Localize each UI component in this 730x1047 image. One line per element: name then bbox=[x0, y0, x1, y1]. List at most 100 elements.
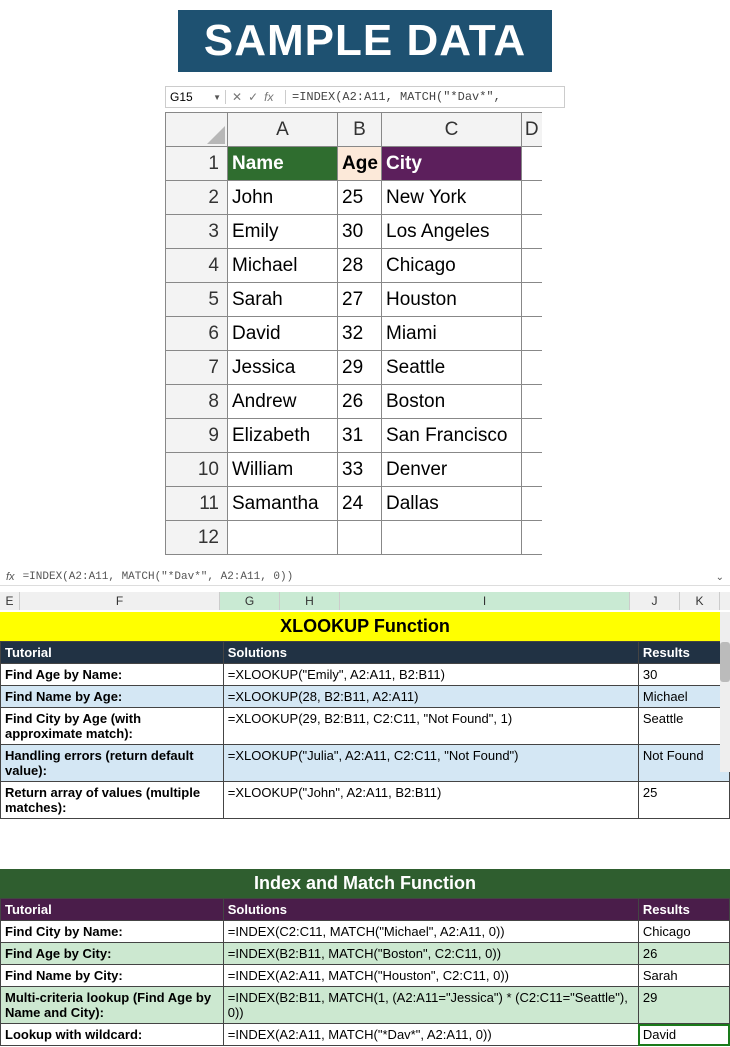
solution-cell[interactable]: =XLOOKUP("Emily", A2:A11, B2:B11) bbox=[223, 664, 638, 686]
cell-name[interactable]: Jessica bbox=[228, 351, 338, 385]
cell-c12[interactable] bbox=[382, 521, 522, 555]
cell-d[interactable] bbox=[522, 351, 542, 385]
cell-d[interactable] bbox=[522, 181, 542, 215]
cell-city[interactable]: Boston bbox=[382, 385, 522, 419]
cell-d[interactable] bbox=[522, 453, 542, 487]
solution-cell[interactable]: =XLOOKUP(28, B2:B11, A2:A11) bbox=[223, 686, 638, 708]
cell-age[interactable]: 27 bbox=[338, 283, 382, 317]
cell-city[interactable]: Houston bbox=[382, 283, 522, 317]
row-header[interactable]: 7 bbox=[166, 351, 228, 385]
cell-age[interactable]: 32 bbox=[338, 317, 382, 351]
solution-cell[interactable]: =INDEX(B2:B11, MATCH(1, (A2:A11="Jessica… bbox=[223, 987, 638, 1024]
cell-d[interactable] bbox=[522, 487, 542, 521]
cell-age[interactable]: 25 bbox=[338, 181, 382, 215]
tutorial-cell[interactable]: Multi-criteria lookup (Find Age by Name … bbox=[1, 987, 224, 1024]
cell-name[interactable]: Emily bbox=[228, 215, 338, 249]
cell-city[interactable]: Miami bbox=[382, 317, 522, 351]
cell-d[interactable] bbox=[522, 419, 542, 453]
solution-cell[interactable]: =INDEX(C2:C11, MATCH("Michael", A2:A11, … bbox=[223, 921, 638, 943]
solution-cell[interactable]: =INDEX(B2:B11, MATCH("Boston", C2:C11, 0… bbox=[223, 943, 638, 965]
header-age[interactable]: Age bbox=[338, 147, 382, 181]
result-cell[interactable]: Not Found bbox=[638, 745, 729, 782]
col-header-g[interactable]: G bbox=[220, 592, 280, 610]
cell-name[interactable]: Andrew bbox=[228, 385, 338, 419]
row-header[interactable]: 11 bbox=[166, 487, 228, 521]
header-city[interactable]: City bbox=[382, 147, 522, 181]
cell-city[interactable]: Los Angeles bbox=[382, 215, 522, 249]
cell-city[interactable]: New York bbox=[382, 181, 522, 215]
col-header-i[interactable]: I bbox=[340, 592, 630, 610]
result-cell[interactable]: 25 bbox=[638, 782, 729, 819]
row-header[interactable]: 2 bbox=[166, 181, 228, 215]
cell-age[interactable]: 30 bbox=[338, 215, 382, 249]
col-header-j[interactable]: J bbox=[630, 592, 680, 610]
tutorial-cell[interactable]: Handling errors (return default value): bbox=[1, 745, 224, 782]
cell-name[interactable]: Elizabeth bbox=[228, 419, 338, 453]
cell-d1[interactable] bbox=[522, 147, 542, 181]
result-cell[interactable]: 26 bbox=[638, 943, 729, 965]
scrollbar-thumb[interactable] bbox=[720, 642, 730, 682]
row-header[interactable]: 5 bbox=[166, 283, 228, 317]
cell-name[interactable]: Sarah bbox=[228, 283, 338, 317]
result-cell[interactable]: Sarah bbox=[638, 965, 729, 987]
tutorial-cell[interactable]: Find Name by City: bbox=[1, 965, 224, 987]
cell-city[interactable]: Seattle bbox=[382, 351, 522, 385]
cell-name[interactable]: Michael bbox=[228, 249, 338, 283]
row-header[interactable]: 8 bbox=[166, 385, 228, 419]
cell-city[interactable]: San Francisco bbox=[382, 419, 522, 453]
cell-city[interactable]: Denver bbox=[382, 453, 522, 487]
cell-city[interactable]: Dallas bbox=[382, 487, 522, 521]
cell-age[interactable]: 33 bbox=[338, 453, 382, 487]
solution-cell[interactable]: =INDEX(A2:A11, MATCH("*Dav*", A2:A11, 0)… bbox=[223, 1024, 638, 1046]
accept-icon[interactable]: ✓ bbox=[248, 90, 258, 104]
cell-age[interactable]: 24 bbox=[338, 487, 382, 521]
cell-age[interactable]: 28 bbox=[338, 249, 382, 283]
col-header-a[interactable]: A bbox=[228, 113, 338, 147]
solution-cell[interactable]: =INDEX(A2:A11, MATCH("Houston", C2:C11, … bbox=[223, 965, 638, 987]
result-cell[interactable]: 29 bbox=[638, 987, 729, 1024]
cell-d12[interactable] bbox=[522, 521, 542, 555]
cell-city[interactable]: Chicago bbox=[382, 249, 522, 283]
col-header-e[interactable]: E bbox=[0, 592, 20, 610]
row-header[interactable]: 3 bbox=[166, 215, 228, 249]
formula-bar-text[interactable]: =INDEX(A2:A11, MATCH("*Dav*", bbox=[286, 90, 564, 104]
tutorial-cell[interactable]: Find City by Age (with approximate match… bbox=[1, 708, 224, 745]
cell-a12[interactable] bbox=[228, 521, 338, 555]
cell-name[interactable]: John bbox=[228, 181, 338, 215]
result-cell[interactable]: Seattle bbox=[638, 708, 729, 745]
col-header-h[interactable]: H bbox=[280, 592, 340, 610]
cell-b12[interactable] bbox=[338, 521, 382, 555]
cancel-icon[interactable]: ✕ bbox=[232, 90, 242, 104]
cell-d[interactable] bbox=[522, 317, 542, 351]
cell-name[interactable]: David bbox=[228, 317, 338, 351]
cell-name[interactable]: Samantha bbox=[228, 487, 338, 521]
fx-icon[interactable]: fx bbox=[264, 90, 273, 104]
col-header-k[interactable]: K bbox=[680, 592, 720, 610]
col-header-f[interactable]: F bbox=[20, 592, 220, 610]
result-cell[interactable]: David bbox=[638, 1024, 729, 1046]
row-header-12[interactable]: 12 bbox=[166, 521, 228, 555]
row-header[interactable]: 4 bbox=[166, 249, 228, 283]
select-all-corner[interactable] bbox=[166, 113, 228, 147]
cell-d[interactable] bbox=[522, 249, 542, 283]
cell-d[interactable] bbox=[522, 215, 542, 249]
result-cell[interactable]: 30 bbox=[638, 664, 729, 686]
solution-cell[interactable]: =XLOOKUP("John", A2:A11, B2:B11) bbox=[223, 782, 638, 819]
tutorial-cell[interactable]: Find Age by City: bbox=[1, 943, 224, 965]
tutorial-cell[interactable]: Find City by Name: bbox=[1, 921, 224, 943]
col-header-b[interactable]: B bbox=[338, 113, 382, 147]
cell-d[interactable] bbox=[522, 385, 542, 419]
cell-name[interactable]: William bbox=[228, 453, 338, 487]
tutorial-cell[interactable]: Find Age by Name: bbox=[1, 664, 224, 686]
cell-age[interactable]: 26 bbox=[338, 385, 382, 419]
cell-age[interactable]: 31 bbox=[338, 419, 382, 453]
result-cell[interactable]: Michael bbox=[638, 686, 729, 708]
col-header-d[interactable]: D bbox=[522, 113, 542, 147]
fx-icon[interactable]: fx bbox=[6, 571, 15, 583]
col-header-c[interactable]: C bbox=[382, 113, 522, 147]
solution-cell[interactable]: =XLOOKUP("Julia", A2:A11, C2:C11, "Not F… bbox=[223, 745, 638, 782]
row-header[interactable]: 6 bbox=[166, 317, 228, 351]
tutorial-cell[interactable]: Find Name by Age: bbox=[1, 686, 224, 708]
row-header-1[interactable]: 1 bbox=[166, 147, 228, 181]
result-cell[interactable]: Chicago bbox=[638, 921, 729, 943]
